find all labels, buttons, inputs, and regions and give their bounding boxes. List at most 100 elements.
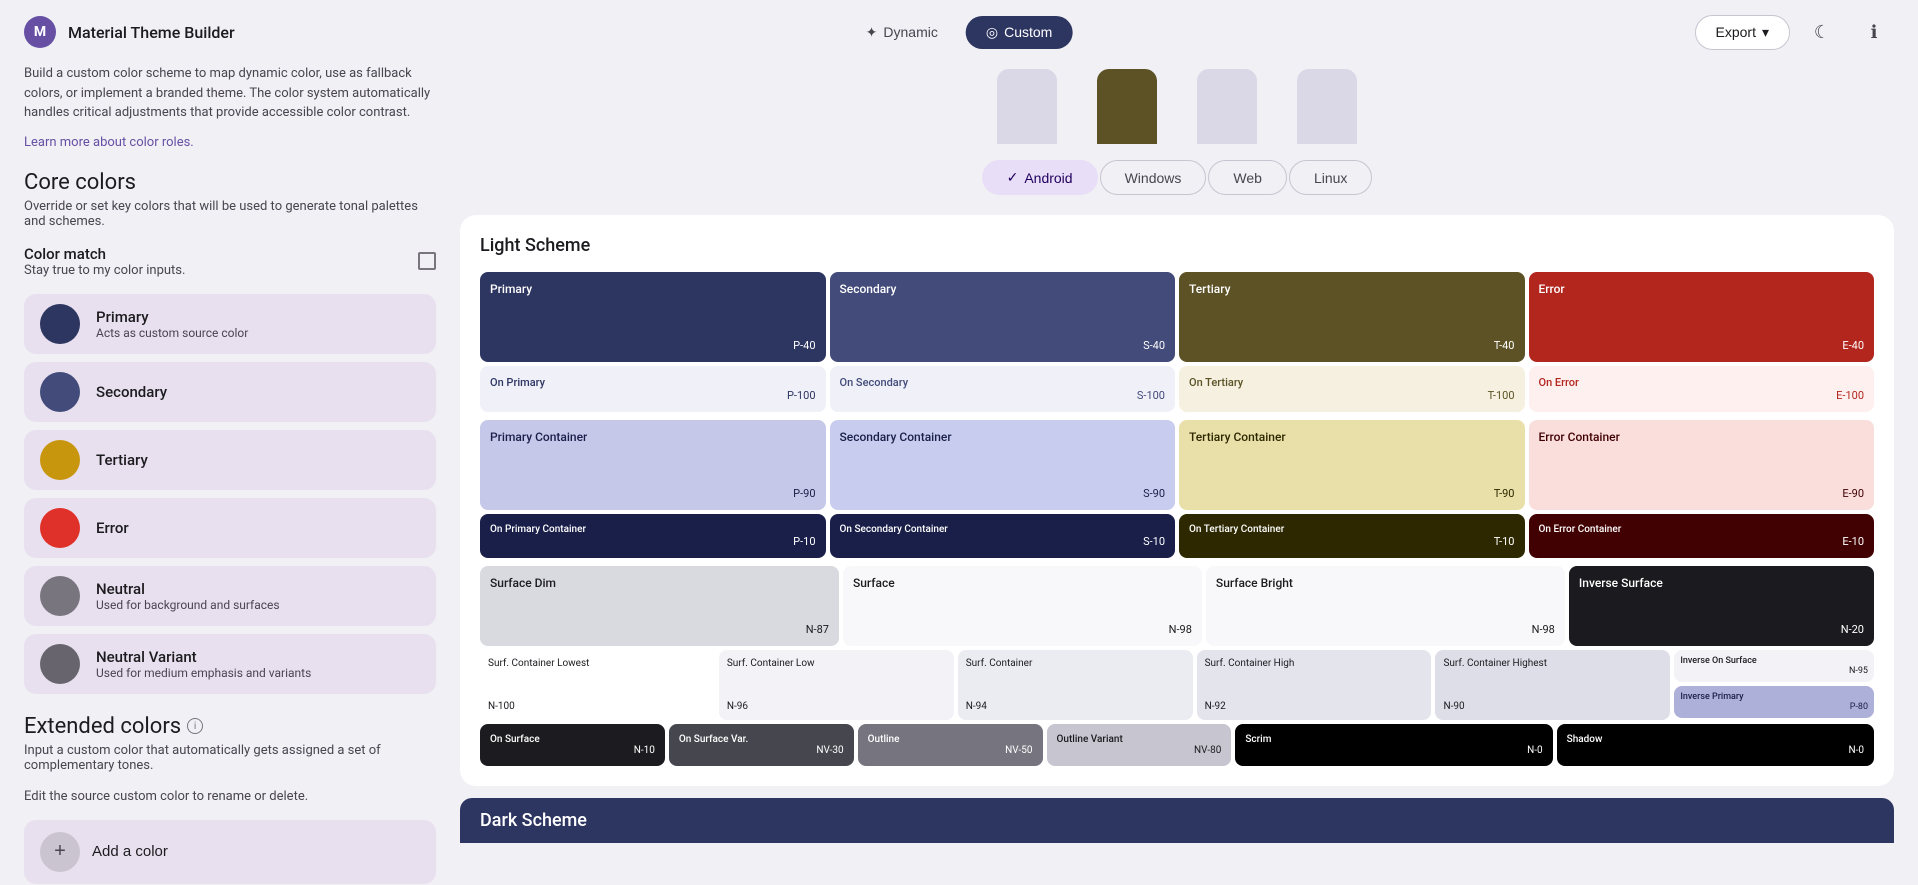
surf-container-high-label: Surf. Container High xyxy=(1205,658,1424,669)
cell-surf-container-low[interactable]: Surf. Container Low N-96 xyxy=(719,650,954,720)
tertiary-code: T-40 xyxy=(1494,339,1515,352)
on-primary-container-code: P-10 xyxy=(793,535,815,548)
cell-primary[interactable]: Primary P-40 xyxy=(480,272,826,362)
tab-android[interactable]: ✓ Android xyxy=(982,160,1098,195)
inverse-primary-label: Inverse Primary xyxy=(1680,692,1868,702)
header: M Material Theme Builder ✦ Dynamic ◎ Cus… xyxy=(0,0,1918,64)
phone-preview xyxy=(460,64,1894,144)
cell-inverse-on-surface[interactable]: Inverse On Surface N-95 xyxy=(1674,650,1874,682)
cell-on-secondary[interactable]: On Secondary S-100 xyxy=(830,366,1176,412)
cell-surface-bright[interactable]: Surface Bright N-98 xyxy=(1206,566,1565,646)
scheme-row-surface: Surface Dim N-87 Surface N-98 Surface Br… xyxy=(480,566,1874,646)
cell-surf-container[interactable]: Surf. Container N-94 xyxy=(958,650,1193,720)
cell-secondary-container[interactable]: Secondary Container S-90 xyxy=(830,420,1176,510)
cell-surface[interactable]: Surface N-98 xyxy=(843,566,1202,646)
check-icon: ✓ xyxy=(1007,169,1019,186)
neutral-variant-color-name: Neutral Variant xyxy=(96,648,311,666)
surface-bright-label: Surface Bright xyxy=(1216,576,1555,590)
inverse-surface-label: Inverse Surface xyxy=(1579,576,1864,590)
color-match-text: Color match Stay true to my color inputs… xyxy=(24,245,185,278)
surf-container-code: N-94 xyxy=(966,701,1185,712)
cell-on-error[interactable]: On Error E-100 xyxy=(1529,366,1875,412)
color-item-error[interactable]: Error xyxy=(24,498,436,558)
primary-color-swatch xyxy=(40,304,80,344)
sidebar-link[interactable]: Learn more about color roles. xyxy=(24,135,194,150)
cell-on-surface[interactable]: On Surface N-10 xyxy=(480,724,665,766)
add-color-icon: + xyxy=(40,832,80,872)
cell-surf-container-lowest[interactable]: Surf. Container Lowest N-100 xyxy=(480,650,715,720)
cell-error-container[interactable]: Error Container E-90 xyxy=(1529,420,1875,510)
moon-icon: ☾ xyxy=(1814,22,1830,43)
scheme-row-bottom: On Surface N-10 On Surface Var. NV-30 Ou… xyxy=(480,724,1874,766)
cell-shadow[interactable]: Shadow N-0 xyxy=(1557,724,1874,766)
on-secondary-container-label: On Secondary Container xyxy=(840,524,1166,535)
on-primary-code: P-100 xyxy=(787,389,816,402)
color-item-neutral[interactable]: Neutral Used for background and surfaces xyxy=(24,566,436,626)
error-color-name: Error xyxy=(96,519,129,537)
primary-color-sub: Acts as custom source color xyxy=(96,326,248,340)
sidebar: Build a custom color scheme to map dynam… xyxy=(0,64,460,885)
on-surface-code: N-10 xyxy=(634,745,655,756)
cell-tertiary[interactable]: Tertiary T-40 xyxy=(1179,272,1525,362)
color-item-primary[interactable]: Primary Acts as custom source color xyxy=(24,294,436,354)
custom-icon: ◎ xyxy=(986,24,998,41)
color-item-neutral-variant[interactable]: Neutral Variant Used for medium emphasis… xyxy=(24,634,436,694)
add-color-label: Add a color xyxy=(92,843,168,860)
inverse-surface-code: N-20 xyxy=(1841,623,1864,636)
neutral-variant-color-sub: Used for medium emphasis and variants xyxy=(96,666,311,680)
primary-code: P-40 xyxy=(793,339,815,352)
inverse-on-surface-label: Inverse On Surface xyxy=(1680,656,1868,666)
platform-tabs: ✓ Android Windows Web Linux xyxy=(460,160,1894,195)
on-error-code: E-100 xyxy=(1836,389,1864,402)
cell-on-primary[interactable]: On Primary P-100 xyxy=(480,366,826,412)
cell-outline-variant[interactable]: Outline Variant NV-80 xyxy=(1047,724,1232,766)
neutral-variant-color-swatch xyxy=(40,644,80,684)
cell-scrim[interactable]: Scrim N-0 xyxy=(1235,724,1552,766)
tab-linux[interactable]: Linux xyxy=(1289,160,1372,195)
cell-surface-dim[interactable]: Surface Dim N-87 xyxy=(480,566,839,646)
cell-on-error-container[interactable]: On Error Container E-10 xyxy=(1529,514,1875,558)
sidebar-description: Build a custom color scheme to map dynam… xyxy=(24,64,436,123)
surf-container-low-code: N-96 xyxy=(727,701,946,712)
primary-container-label: Primary Container xyxy=(490,430,816,444)
nav-custom-button[interactable]: ◎ Custom xyxy=(966,16,1072,49)
color-item-tertiary[interactable]: Tertiary xyxy=(24,430,436,490)
on-surface-var-label: On Surface Var. xyxy=(679,734,844,745)
info-button[interactable]: ℹ xyxy=(1854,12,1894,52)
tab-windows[interactable]: Windows xyxy=(1100,160,1207,195)
cell-secondary[interactable]: Secondary S-40 xyxy=(830,272,1176,362)
surf-container-highest-code: N-90 xyxy=(1443,701,1662,712)
cell-surf-container-high[interactable]: Surf. Container High N-92 xyxy=(1197,650,1432,720)
tab-web[interactable]: Web xyxy=(1208,160,1287,195)
surf-container-lowest-code: N-100 xyxy=(488,701,707,712)
color-item-secondary[interactable]: Secondary xyxy=(24,362,436,422)
error-container-code: E-90 xyxy=(1842,487,1864,500)
cell-on-secondary-container[interactable]: On Secondary Container S-10 xyxy=(830,514,1176,558)
color-match-checkbox[interactable] xyxy=(418,252,436,270)
theme-toggle-button[interactable]: ☾ xyxy=(1802,12,1842,52)
cell-inverse-surface[interactable]: Inverse Surface N-20 xyxy=(1569,566,1874,646)
core-colors-title: Core colors xyxy=(24,170,436,195)
on-tertiary-code: T-100 xyxy=(1488,389,1515,402)
cell-error[interactable]: Error E-40 xyxy=(1529,272,1875,362)
scheme-row-surf-containers: Surf. Container Lowest N-100 Surf. Conta… xyxy=(480,650,1874,720)
cell-surf-container-highest[interactable]: Surf. Container Highest N-90 xyxy=(1435,650,1670,720)
cell-on-tertiary-container[interactable]: On Tertiary Container T-10 xyxy=(1179,514,1525,558)
secondary-container-code: S-90 xyxy=(1143,487,1165,500)
primary-color-name: Primary xyxy=(96,308,248,326)
cell-inverse-primary[interactable]: Inverse Primary P-80 xyxy=(1674,686,1874,718)
cell-tertiary-container[interactable]: Tertiary Container T-90 xyxy=(1179,420,1525,510)
surface-code: N-98 xyxy=(1169,623,1192,636)
phone-preview-center xyxy=(1097,69,1157,144)
scheme-row-1: Primary P-40 Secondary S-40 Tertiary T-4… xyxy=(480,272,1874,362)
cell-primary-container[interactable]: Primary Container P-90 xyxy=(480,420,826,510)
on-error-label: On Error xyxy=(1539,376,1865,389)
cell-on-surface-var[interactable]: On Surface Var. NV-30 xyxy=(669,724,854,766)
add-color-button[interactable]: + Add a color xyxy=(24,820,436,884)
cell-on-tertiary[interactable]: On Tertiary T-100 xyxy=(1179,366,1525,412)
export-button[interactable]: Export ▾ xyxy=(1695,15,1791,50)
cell-outline[interactable]: Outline NV-50 xyxy=(858,724,1043,766)
nav-dynamic-button[interactable]: ✦ Dynamic xyxy=(846,16,958,49)
cell-on-primary-container[interactable]: On Primary Container P-10 xyxy=(480,514,826,558)
app-title: Material Theme Builder xyxy=(68,23,235,42)
